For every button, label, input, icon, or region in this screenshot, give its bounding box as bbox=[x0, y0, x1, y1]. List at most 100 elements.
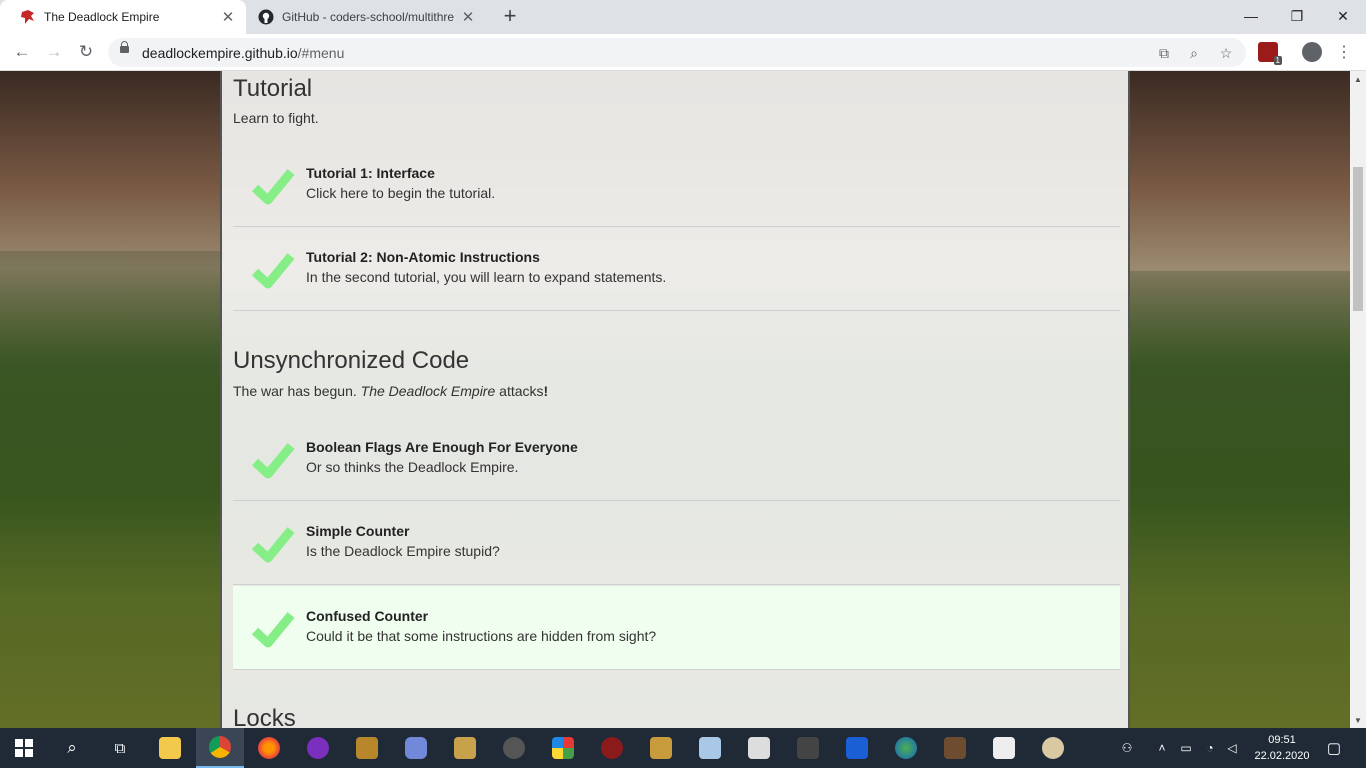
level-title: Confused Counter bbox=[306, 608, 429, 624]
section-title-locks: Locks bbox=[233, 705, 296, 728]
reload-icon[interactable]: ↻ bbox=[74, 40, 98, 64]
level-item[interactable]: Simple Counter Is the Deadlock Empire st… bbox=[233, 501, 1120, 585]
clock-time: 09:51 bbox=[1268, 734, 1296, 746]
windows-taskbar: ⌕ ⧉ ⚇ ˄ ▭ ◔ ◁ 09:51 22.02.2020 ▢ bbox=[0, 728, 1366, 768]
taskbar-xbox[interactable] bbox=[490, 728, 538, 768]
browser-toolbar: ← → ↻ deadlockempire.github.io/#menu ⧉ ⌕… bbox=[0, 34, 1366, 71]
battery-icon[interactable]: ▭ bbox=[1176, 728, 1196, 768]
level-item[interactable]: Tutorial 2: Non-Atomic Instructions In t… bbox=[233, 227, 1120, 311]
background-forest-right bbox=[1130, 271, 1350, 728]
taskbar-paint[interactable] bbox=[1029, 728, 1077, 768]
level-item[interactable]: Boolean Flags Are Enough For Everyone Or… bbox=[233, 417, 1120, 501]
profile-avatar-icon[interactable] bbox=[1302, 42, 1322, 62]
level-title: Simple Counter bbox=[306, 523, 410, 539]
taskbar-app-colorgrid[interactable] bbox=[539, 728, 587, 768]
taskbar-app-globe[interactable] bbox=[882, 728, 930, 768]
level-item[interactable]: Tutorial 1: Interface Click here to begi… bbox=[233, 143, 1120, 227]
red-game-icon bbox=[601, 737, 623, 759]
taskbar-app-warrior[interactable] bbox=[441, 728, 489, 768]
taskbar-league[interactable] bbox=[637, 728, 685, 768]
malwarebytes-icon bbox=[846, 737, 868, 759]
taskbar-app-purple[interactable] bbox=[294, 728, 342, 768]
taskbar-file-explorer[interactable] bbox=[146, 728, 194, 768]
taskbar-firefox[interactable] bbox=[245, 728, 293, 768]
page-scrollbar[interactable]: ▲ ▼ bbox=[1350, 71, 1366, 728]
ublock-extension-icon[interactable]: 1 bbox=[1258, 42, 1282, 65]
close-window-icon[interactable]: ✕ bbox=[1320, 0, 1366, 32]
url-text[interactable]: deadlockempire.github.io/#menu bbox=[142, 45, 344, 61]
xbox-icon bbox=[503, 737, 525, 759]
checkmark-icon bbox=[251, 612, 295, 648]
restore-icon[interactable]: ❐ bbox=[1274, 0, 1320, 32]
menu-kebab-icon[interactable]: ⋮ bbox=[1334, 42, 1354, 62]
subtitle-exclamation: ! bbox=[543, 383, 549, 399]
level-description: Or so thinks the Deadlock Empire. bbox=[306, 459, 519, 475]
url-host: deadlockempire.github.io bbox=[142, 45, 298, 61]
lock-icon[interactable] bbox=[120, 41, 129, 53]
people-icon[interactable]: ⚇ bbox=[1116, 728, 1138, 768]
clock-date: 22.02.2020 bbox=[1254, 750, 1310, 762]
level-title: Boolean Flags Are Enough For Everyone bbox=[306, 439, 578, 455]
league-icon bbox=[650, 737, 672, 759]
cube-icon bbox=[699, 737, 721, 759]
tab-github[interactable]: GitHub - coders-school/multithre ✕ bbox=[248, 0, 486, 34]
dark-app-icon bbox=[797, 737, 819, 759]
taskbar-malwarebytes[interactable] bbox=[833, 728, 881, 768]
bookmark-star-icon[interactable]: ☆ bbox=[1216, 43, 1236, 63]
level-description: Click here to begin the tutorial. bbox=[306, 185, 496, 201]
portrait-icon bbox=[944, 737, 966, 759]
notifications-icon[interactable]: ▢ bbox=[1322, 728, 1346, 768]
zoom-icon[interactable]: ⌕ bbox=[1184, 43, 1204, 63]
scroll-down-icon[interactable]: ▼ bbox=[1350, 712, 1366, 728]
dragon-favicon-icon bbox=[21, 10, 34, 24]
clapperboard-icon bbox=[993, 737, 1015, 759]
forward-icon[interactable]: → bbox=[42, 40, 66, 64]
background-forest-left bbox=[0, 251, 220, 728]
scrollbar-thumb[interactable] bbox=[1353, 167, 1363, 311]
github-favicon-icon bbox=[258, 9, 274, 25]
tab-close-icon[interactable]: ✕ bbox=[218, 8, 238, 26]
taskbar-app-red[interactable] bbox=[588, 728, 636, 768]
subtitle-text-end: attacks bbox=[495, 383, 544, 399]
address-bar[interactable]: deadlockempire.github.io/#menu ⧉ ⌕ ☆ bbox=[108, 38, 1246, 67]
firefox-icon bbox=[258, 737, 280, 759]
level-description: Is the Deadlock Empire stupid? bbox=[306, 543, 500, 559]
warrior-icon bbox=[454, 737, 476, 759]
start-button[interactable] bbox=[0, 728, 48, 768]
system-clock[interactable]: 09:51 22.02.2020 bbox=[1246, 732, 1318, 764]
hearthstone-icon bbox=[356, 737, 378, 759]
volume-icon[interactable]: ◁ bbox=[1222, 728, 1242, 768]
back-icon[interactable]: ← bbox=[10, 40, 34, 64]
subtitle-text: The war has begun. bbox=[233, 383, 361, 399]
taskbar-app-beast[interactable] bbox=[735, 728, 783, 768]
tab-strip: The Deadlock Empire ✕ GitHub - coders-sc… bbox=[0, 0, 1366, 34]
level-description: In the second tutorial, you will learn t… bbox=[306, 269, 667, 285]
taskbar-app-cube[interactable] bbox=[686, 728, 734, 768]
tab-deadlock-empire[interactable]: The Deadlock Empire ✕ bbox=[0, 0, 246, 34]
translate-icon[interactable]: ⧉ bbox=[1154, 43, 1174, 63]
taskbar-app-portrait[interactable] bbox=[931, 728, 979, 768]
scroll-up-icon[interactable]: ▲ bbox=[1350, 71, 1366, 87]
show-hidden-icons-icon[interactable]: ˄ bbox=[1152, 728, 1172, 768]
taskbar-app-dark[interactable] bbox=[784, 728, 832, 768]
level-title: Tutorial 2: Non-Atomic Instructions bbox=[306, 249, 540, 265]
search-icon[interactable]: ⌕ bbox=[48, 728, 96, 768]
taskbar-discord[interactable] bbox=[392, 728, 440, 768]
task-view-icon[interactable]: ⧉ bbox=[96, 728, 144, 768]
section-subtitle-unsynchronized: The war has begun. The Deadlock Empire a… bbox=[233, 383, 548, 399]
taskbar-app-clapper[interactable] bbox=[980, 728, 1028, 768]
taskbar-app-hearthstone[interactable] bbox=[343, 728, 391, 768]
wifi-icon[interactable]: ◔ bbox=[1200, 728, 1220, 768]
color-grid-icon bbox=[552, 737, 574, 759]
level-item-hovered[interactable]: Confused Counter Could it be that some i… bbox=[233, 586, 1120, 670]
level-description: Could it be that some instructions are h… bbox=[306, 628, 657, 644]
discord-icon bbox=[405, 737, 427, 759]
new-tab-button[interactable]: + bbox=[498, 5, 522, 29]
page-viewport: Tutorial Learn to fight. Tutorial 1: Int… bbox=[0, 71, 1350, 728]
minimize-icon[interactable]: — bbox=[1228, 0, 1274, 32]
tab-close-icon[interactable]: ✕ bbox=[458, 8, 478, 26]
section-subtitle-tutorial: Learn to fight. bbox=[233, 110, 319, 126]
taskbar-chrome[interactable] bbox=[196, 728, 244, 768]
section-title-unsynchronized: Unsynchronized Code bbox=[233, 347, 470, 374]
folder-icon bbox=[159, 737, 181, 759]
